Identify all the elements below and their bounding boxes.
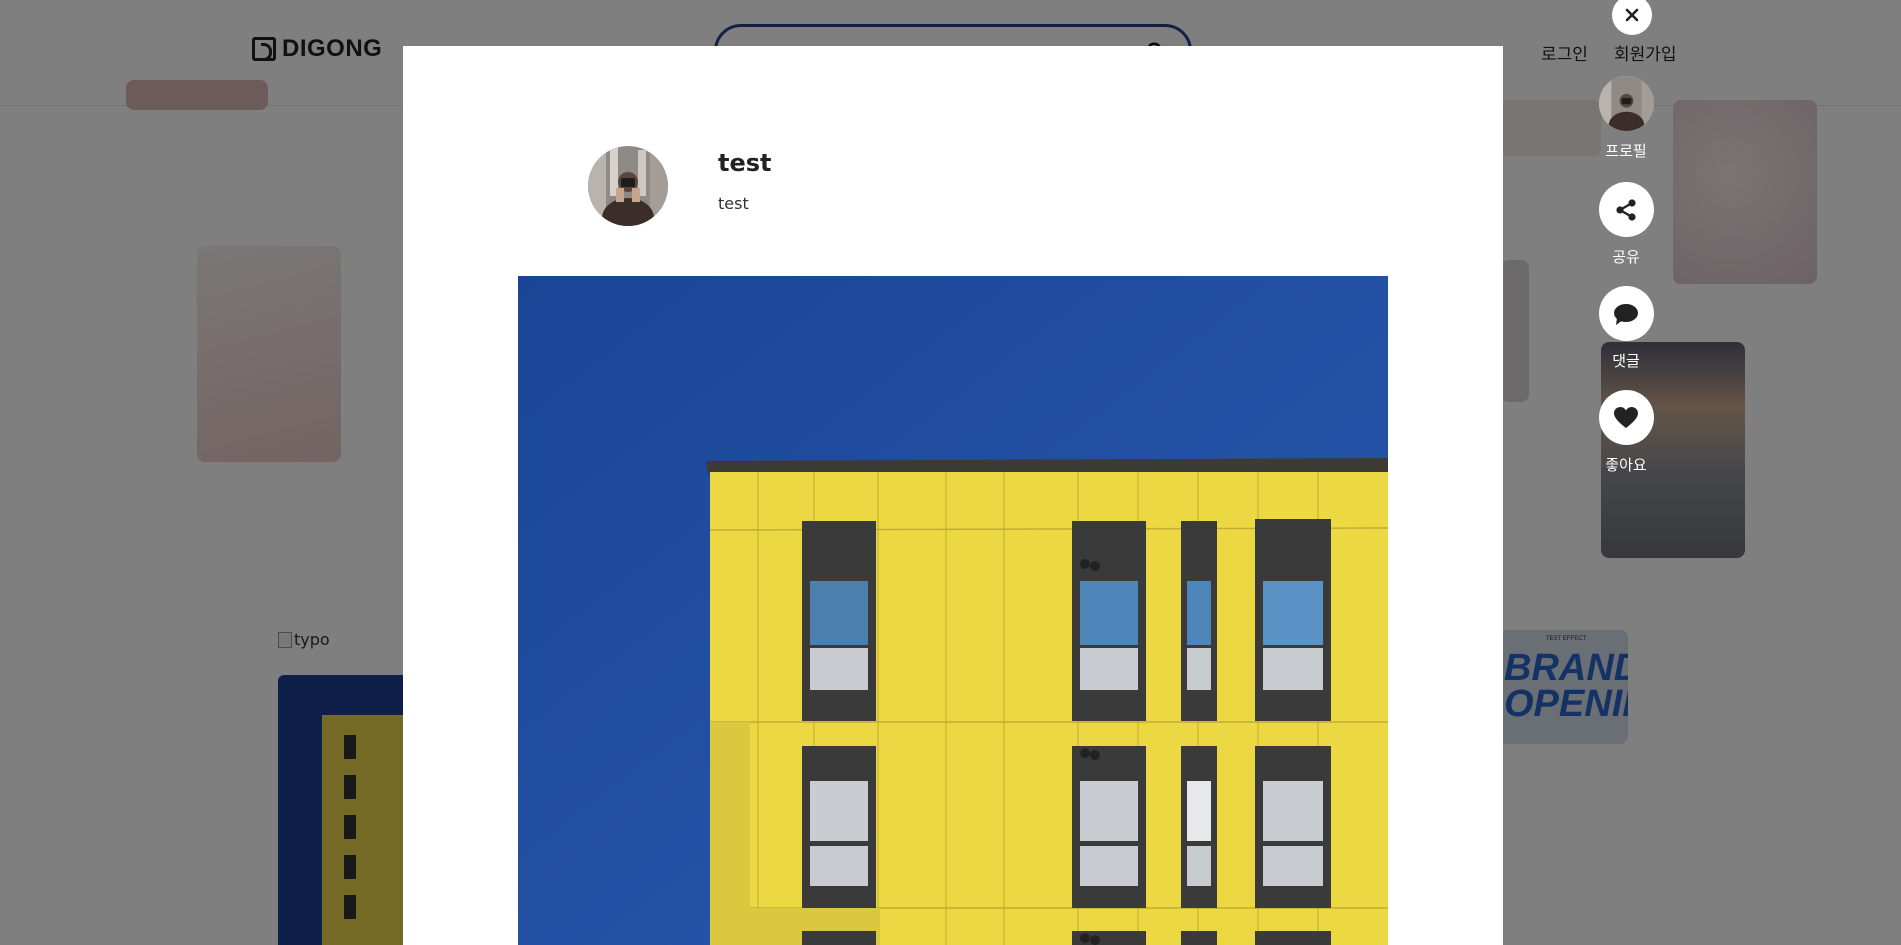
heart-icon	[1614, 406, 1638, 428]
profile-action[interactable]: 프로필	[1598, 76, 1654, 161]
building-photo	[518, 276, 1388, 945]
like-button[interactable]	[1598, 390, 1654, 445]
comment-label: 댓글	[1612, 352, 1640, 370]
share-icon	[1616, 198, 1636, 221]
profile-label: 프로필	[1605, 142, 1647, 160]
share-button[interactable]	[1598, 182, 1654, 237]
author-subtitle: test	[718, 194, 749, 213]
avatar-photo-icon	[1598, 76, 1654, 131]
like-label: 좋아요	[1605, 456, 1647, 474]
author-name: test	[718, 149, 772, 177]
profile-avatar[interactable]	[1598, 76, 1654, 131]
author-avatar[interactable]	[588, 146, 668, 226]
comment-action[interactable]: 댓글	[1598, 286, 1654, 371]
comment-icon	[1614, 303, 1638, 325]
share-label: 공유	[1612, 248, 1640, 266]
post-image	[518, 276, 1388, 945]
like-action[interactable]: 좋아요	[1598, 390, 1654, 475]
avatar-photo-icon	[588, 146, 668, 226]
share-action[interactable]: 공유	[1598, 182, 1654, 267]
post-modal: test test	[403, 46, 1503, 945]
close-icon	[1625, 8, 1639, 22]
comment-button[interactable]	[1598, 286, 1654, 341]
